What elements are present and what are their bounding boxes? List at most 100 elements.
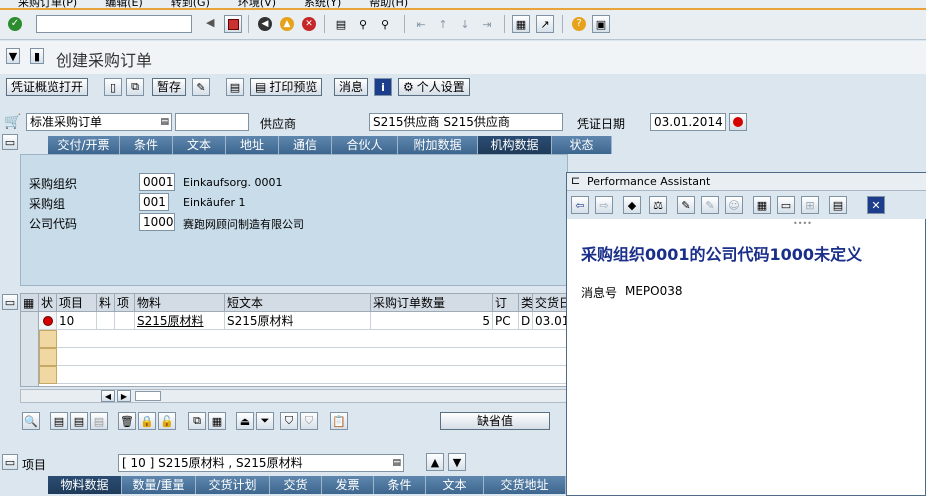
last-page-icon[interactable]: ⇥ [478, 15, 496, 33]
book-icon[interactable]: ◆ [623, 196, 641, 214]
print-preview-button[interactable]: ▤ 打印预览 [250, 78, 323, 96]
col-header-item-category[interactable]: 项 [115, 294, 135, 312]
cell-unit[interactable]: PC [493, 312, 519, 330]
back-arrow-icon[interactable]: ⇦ [571, 196, 589, 214]
print-preview-icon[interactable]: ▤ [226, 78, 244, 96]
edit-icon[interactable]: ✎ [677, 196, 695, 214]
purch-group-field[interactable]: 001 [139, 193, 169, 211]
unlock-icon[interactable]: 🔓 [158, 412, 176, 430]
purch-org-field[interactable]: 0001 [139, 173, 175, 191]
tab-delivery-address[interactable]: 交货地址 [484, 476, 566, 494]
cell-material[interactable]: S215原材料 [135, 312, 225, 330]
tab-conditions[interactable]: 条件 [120, 136, 173, 154]
sort-desc-icon[interactable]: ⏷ [256, 412, 274, 430]
help-icon[interactable]: ? [570, 15, 588, 33]
empty-rows[interactable] [57, 330, 567, 384]
menu-item-purchase-order[interactable]: 采购订单(P) [18, 0, 77, 8]
next-page-icon[interactable]: ↓ [456, 15, 474, 33]
row-status-empty[interactable] [39, 330, 57, 348]
comment-icon[interactable]: ✎ [701, 196, 719, 214]
clipboard-icon[interactable]: 📋 [330, 412, 348, 430]
scroll-left-icon[interactable]: ◀ [101, 390, 115, 402]
back-icon[interactable]: ◀ [256, 15, 274, 33]
new-session-icon[interactable]: ▦ [512, 15, 530, 33]
col-header-unit[interactable]: 订 [493, 294, 519, 312]
cell-delivery-date[interactable]: 03.01 [533, 312, 567, 330]
tab-quantity-weight[interactable]: 数量/重量 [122, 476, 196, 494]
table-icon[interactable]: ▦ [753, 196, 771, 214]
find-next-icon[interactable]: ⚲ [376, 15, 394, 33]
po-number-field[interactable] [175, 113, 249, 131]
company-code-field[interactable]: 1000 [139, 213, 175, 231]
horizontal-scrollbar[interactable]: ◀ ▶ [20, 389, 568, 403]
cell-material-short[interactable] [97, 312, 115, 330]
scroll-right-icon[interactable]: ▶ [117, 390, 131, 402]
collapse-item-detail-icon[interactable]: ▭ [2, 454, 18, 470]
first-page-icon[interactable]: ⇤ [412, 15, 430, 33]
col-header-item[interactable]: 项目 [57, 294, 97, 312]
lock-icon[interactable]: 🔒 [138, 412, 156, 430]
other-document-icon[interactable]: ⧉ [126, 78, 144, 96]
menu-item-edit[interactable]: 编辑(E) [105, 0, 143, 8]
resize-grip[interactable]: •••• [793, 219, 812, 228]
vendor-field[interactable]: S215供应商 S215供应商 [369, 113, 563, 131]
collapse-items-icon[interactable]: ▭ [2, 294, 18, 310]
tab-item-texts[interactable]: 文本 [426, 476, 484, 494]
table-settings-icon[interactable]: ▦ [21, 294, 39, 312]
scroll-thumb[interactable] [135, 391, 161, 401]
row-status-empty[interactable] [39, 348, 57, 366]
col-header-quantity[interactable]: 采购订单数量 [371, 294, 493, 312]
forward-arrow-icon[interactable]: ⇨ [595, 196, 613, 214]
tab-delivery-invoice[interactable]: 交付/开票 [48, 136, 120, 154]
find-icon[interactable]: ⚲ [354, 15, 372, 33]
user-icon[interactable]: ☺ [725, 196, 743, 214]
prev-item-icon[interactable]: ▲ [426, 453, 444, 471]
layout-menu-icon[interactable]: ▣ [592, 15, 610, 33]
copy-row-icon[interactable]: ▤ [90, 412, 108, 430]
messages-button[interactable]: 消息 [334, 78, 369, 96]
col-header-delivery-date[interactable]: 交货日 [533, 294, 567, 312]
cell-quantity[interactable]: 5 [371, 312, 493, 330]
enter-icon[interactable]: ✓ [6, 15, 24, 33]
cell-item-category[interactable] [115, 312, 135, 330]
print-icon[interactable]: ▤ [829, 196, 847, 214]
tab-item-conditions[interactable]: 条件 [374, 476, 426, 494]
doc-type-select[interactable]: 标准采购订单 ▤ [26, 113, 172, 131]
grid-icon[interactable]: ▦ [208, 412, 226, 430]
col-header-material[interactable]: 物料 [135, 294, 225, 312]
cell-short-text[interactable]: S215原材料 [225, 312, 371, 330]
row-status-empty[interactable] [39, 366, 57, 384]
cell-item[interactable]: 10 [57, 312, 97, 330]
tab-address[interactable]: 地址 [226, 136, 279, 154]
personal-settings-button[interactable]: ⚙ 个人设置 [398, 78, 470, 96]
exit-icon[interactable]: ▲ [278, 15, 296, 33]
tab-status[interactable]: 状态 [552, 136, 612, 154]
menu-item-environment[interactable]: 环境(V) [238, 0, 276, 8]
tab-communication[interactable]: 通信 [279, 136, 332, 154]
shortcut-icon[interactable]: ↗ [536, 15, 554, 33]
col-header-short-text[interactable]: 短文本 [225, 294, 371, 312]
filter-icon[interactable]: ⛉ [280, 412, 298, 430]
tab-additional-data[interactable]: 附加数据 [398, 136, 478, 154]
doc-date-field[interactable]: 03.01.2014 [650, 113, 726, 131]
app-screen-icon[interactable]: ▮ [30, 48, 44, 64]
tab-partners[interactable]: 合伙人 [332, 136, 398, 154]
command-field[interactable] [36, 15, 192, 33]
note-icon[interactable]: ▭ [777, 196, 795, 214]
details-icon[interactable]: 🔍 [22, 412, 40, 430]
doc-overview-button[interactable]: 凭证概览打开 [6, 78, 89, 96]
check-icon[interactable]: ✎ [192, 78, 210, 96]
row-status-error-icon[interactable] [39, 312, 57, 330]
tab-material-data[interactable]: 物料数据 [48, 476, 122, 494]
tree-icon[interactable]: ⊞ [801, 196, 819, 214]
menu-item-help[interactable]: 帮助(H) [369, 0, 408, 8]
item-select[interactable]: [ 10 ] S215原材料 , S215原材料 ▤ [118, 454, 404, 472]
row-selector-column[interactable] [21, 312, 39, 386]
col-header-status[interactable]: 状 [39, 294, 57, 312]
tab-invoice[interactable]: 发票 [322, 476, 374, 494]
arrow-left-icon[interactable]: ◀ [206, 16, 214, 29]
tab-org-data[interactable]: 机构数据 [478, 136, 552, 154]
menu-item-system[interactable]: 系统(Y) [304, 0, 341, 8]
hold-button[interactable]: 暂存 [152, 78, 187, 96]
insert-row-icon[interactable]: ▤ [70, 412, 88, 430]
